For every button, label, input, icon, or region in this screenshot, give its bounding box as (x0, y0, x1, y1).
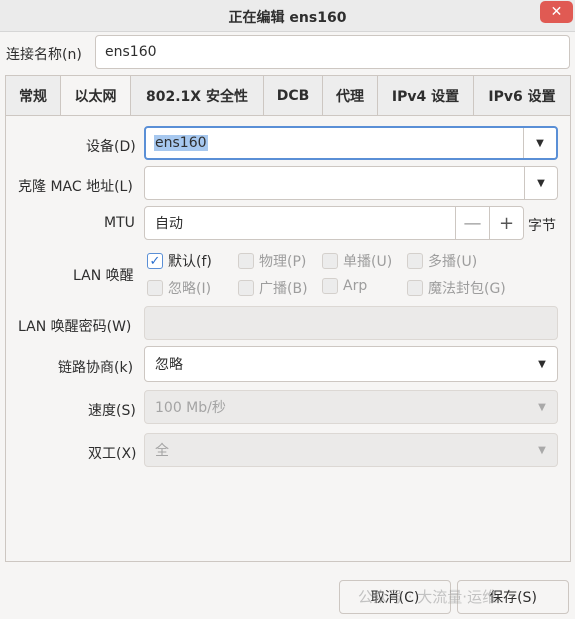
connection-name-input[interactable]: ens160 (95, 35, 570, 69)
tab-bar: 常规 以太网 802.1X 安全性 DCB 代理 IPv4 设置 IPv6 设置 (5, 75, 571, 116)
wol-magic-label: 魔法封包(G) (428, 281, 506, 297)
tab-general[interactable]: 常规 (6, 76, 61, 115)
duplex-dropdown[interactable]: 全 ▼ (144, 433, 558, 467)
cloned-mac-combo[interactable]: ▼ (144, 166, 558, 200)
duplex-label: 双工(X) (88, 446, 137, 462)
wol-password-field[interactable] (144, 306, 558, 340)
wol-unicast-label: 单播(U) (343, 254, 393, 270)
title-bar: 正在编辑 ens160 ✕ (0, 0, 575, 32)
connection-name-value: ens160 (105, 44, 157, 60)
wol-arp-checkbox[interactable]: Arp (322, 278, 367, 294)
checkbox-box (238, 253, 254, 269)
wol-arp-label: Arp (343, 278, 368, 294)
close-icon: ✕ (550, 4, 563, 20)
wol-ignore-checkbox[interactable]: 忽略(I) (147, 278, 211, 298)
chevron-down-icon: ▼ (538, 401, 546, 413)
wol-physical-label: 物理(P) (259, 254, 307, 270)
checkbox-box (407, 280, 423, 296)
link-negotiation-label: 链路协商(k) (58, 360, 134, 376)
minus-icon[interactable]: — (455, 207, 489, 239)
speed-label: 速度(S) (88, 403, 136, 419)
checkbox-box (407, 253, 423, 269)
tab-ethernet[interactable]: 以太网 (61, 76, 131, 116)
connection-name-label: 连接名称(n) (6, 47, 82, 63)
chevron-down-icon: ▼ (538, 358, 546, 370)
mtu-spinbutton[interactable]: 自动 — + (144, 206, 524, 240)
tab-dcb[interactable]: DCB (264, 76, 323, 115)
tab-ipv4[interactable]: IPv4 设置 (378, 76, 474, 115)
mtu-value: 自动 (155, 216, 183, 232)
wol-ignore-label: 忽略(I) (168, 281, 212, 297)
checkbox-box (238, 280, 254, 296)
checkbox-box (147, 280, 163, 296)
wol-password-label: LAN 唤醒密码(W) (18, 319, 132, 335)
wol-multicast-label: 多播(U) (428, 254, 478, 270)
cloned-mac-label: 克隆 MAC 地址(L) (18, 179, 133, 195)
window-title: 正在编辑 ens160 (228, 10, 347, 26)
wol-physical-checkbox[interactable]: 物理(P) (238, 251, 306, 271)
wake-on-lan-label: LAN 唤醒 (73, 268, 134, 284)
link-negotiation-dropdown[interactable]: 忽略 ▼ (144, 346, 558, 382)
checkbox-box (322, 278, 338, 294)
close-button[interactable]: ✕ (540, 1, 573, 23)
speed-dropdown[interactable]: 100 Mb/秒 ▼ (144, 390, 558, 424)
wol-broadcast-checkbox[interactable]: 广播(B) (238, 278, 308, 298)
device-combo[interactable]: ens160 ▼ (144, 126, 558, 160)
device-label: 设备(D) (86, 139, 136, 155)
chevron-down-icon: ▼ (538, 444, 546, 456)
wol-default-checkbox[interactable]: ✓ 默认(f) (147, 251, 212, 271)
chevron-down-icon[interactable]: ▼ (524, 167, 557, 199)
wol-multicast-checkbox[interactable]: 多播(U) (407, 251, 477, 271)
duplex-value: 全 (155, 443, 169, 459)
speed-value: 100 Mb/秒 (155, 400, 226, 416)
tab-ipv6[interactable]: IPv6 设置 (474, 76, 570, 115)
wol-default-label: 默认(f) (168, 254, 212, 270)
cancel-button[interactable]: 取消(C) (339, 580, 451, 614)
checkbox-box (322, 253, 338, 269)
wol-broadcast-label: 广播(B) (259, 281, 308, 297)
device-value: ens160 (154, 135, 208, 151)
wol-magic-checkbox[interactable]: 魔法封包(G) (407, 278, 506, 298)
link-negotiation-value: 忽略 (155, 357, 183, 373)
plus-icon[interactable]: + (489, 207, 523, 239)
checkmark-icon: ✓ (147, 253, 163, 269)
wol-unicast-checkbox[interactable]: 单播(U) (322, 251, 392, 271)
ethernet-panel: 设备(D) ens160 ▼ 克隆 MAC 地址(L) ▼ MTU 自动 — +… (5, 115, 571, 562)
mtu-unit: 字节 (528, 218, 556, 234)
tab-8021x-security[interactable]: 802.1X 安全性 (131, 76, 264, 115)
chevron-down-icon[interactable]: ▼ (523, 128, 556, 158)
save-button[interactable]: 保存(S) (457, 580, 569, 614)
mtu-label: MTU (104, 215, 135, 231)
tab-proxy[interactable]: 代理 (323, 76, 378, 115)
